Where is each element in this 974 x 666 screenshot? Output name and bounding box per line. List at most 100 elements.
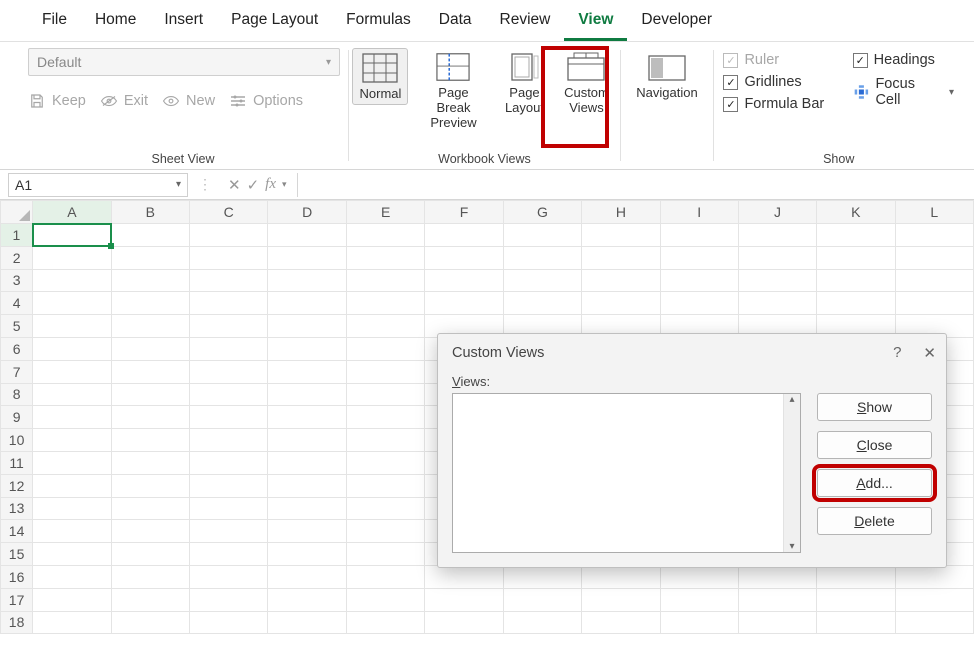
cell[interactable]: [33, 224, 111, 247]
cell[interactable]: [503, 292, 582, 315]
row-header[interactable]: 14: [1, 520, 33, 543]
dialog-close-button[interactable]: Close: [817, 431, 932, 459]
column-header[interactable]: D: [268, 201, 346, 224]
cell[interactable]: [33, 543, 111, 566]
cell[interactable]: [190, 474, 268, 497]
cell[interactable]: [268, 383, 346, 406]
tab-insert[interactable]: Insert: [150, 9, 217, 41]
cell[interactable]: [817, 269, 895, 292]
cell[interactable]: [346, 588, 424, 611]
column-header[interactable]: F: [425, 201, 503, 224]
toggle-headings[interactable]: ✓Headings: [853, 52, 954, 68]
cell[interactable]: [111, 269, 189, 292]
cell[interactable]: [738, 565, 816, 588]
cell[interactable]: [268, 429, 346, 452]
cell[interactable]: [346, 543, 424, 566]
cell[interactable]: [190, 565, 268, 588]
tab-developer[interactable]: Developer: [627, 9, 726, 41]
tab-home[interactable]: Home: [81, 9, 150, 41]
row-header[interactable]: 1: [1, 224, 33, 247]
cell[interactable]: [190, 292, 268, 315]
cell[interactable]: [268, 224, 346, 247]
cell[interactable]: [268, 315, 346, 338]
cell[interactable]: [190, 337, 268, 360]
cell[interactable]: [817, 246, 895, 269]
cell[interactable]: [425, 565, 503, 588]
row-header[interactable]: 3: [1, 269, 33, 292]
row-header[interactable]: 10: [1, 429, 33, 452]
cell[interactable]: [268, 565, 346, 588]
tab-formulas[interactable]: Formulas: [332, 9, 425, 41]
row-header[interactable]: 4: [1, 292, 33, 315]
cell[interactable]: [346, 246, 424, 269]
cell[interactable]: [660, 224, 738, 247]
view-custom-views[interactable]: Custom Views: [556, 48, 616, 118]
row-header[interactable]: 9: [1, 406, 33, 429]
cell[interactable]: [33, 315, 111, 338]
dialog-add-button[interactable]: Add...: [817, 469, 932, 497]
cell[interactable]: [346, 429, 424, 452]
cell[interactable]: [895, 246, 973, 269]
cell[interactable]: [190, 611, 268, 634]
column-header[interactable]: I: [660, 201, 738, 224]
cell[interactable]: [190, 406, 268, 429]
cell[interactable]: [425, 588, 503, 611]
row-header[interactable]: 6: [1, 337, 33, 360]
cell[interactable]: [111, 565, 189, 588]
row-header[interactable]: 15: [1, 543, 33, 566]
cell[interactable]: [738, 246, 816, 269]
cell[interactable]: [895, 224, 973, 247]
cell[interactable]: [111, 360, 189, 383]
name-box[interactable]: A1 ▾: [8, 173, 188, 197]
cell[interactable]: [190, 429, 268, 452]
cell[interactable]: [33, 360, 111, 383]
navigation-button[interactable]: Navigation: [629, 48, 705, 103]
view-normal[interactable]: Normal: [352, 48, 408, 105]
cell[interactable]: [33, 292, 111, 315]
cell[interactable]: [346, 269, 424, 292]
row-header[interactable]: 11: [1, 451, 33, 474]
dialog-show-button[interactable]: Show: [817, 393, 932, 421]
cell[interactable]: [111, 588, 189, 611]
cell[interactable]: [268, 360, 346, 383]
cell[interactable]: [346, 383, 424, 406]
cell[interactable]: [190, 315, 268, 338]
cell[interactable]: [33, 383, 111, 406]
cell[interactable]: [817, 565, 895, 588]
column-header[interactable]: G: [503, 201, 582, 224]
cell[interactable]: [111, 337, 189, 360]
row-header[interactable]: 13: [1, 497, 33, 520]
view-page-break[interactable]: Page Break Preview: [414, 48, 492, 133]
cell[interactable]: [346, 451, 424, 474]
cell[interactable]: [111, 543, 189, 566]
cell[interactable]: [346, 474, 424, 497]
cell[interactable]: [190, 588, 268, 611]
cell[interactable]: [738, 224, 816, 247]
cell[interactable]: [660, 611, 738, 634]
cell[interactable]: [111, 451, 189, 474]
cell[interactable]: [346, 497, 424, 520]
row-header[interactable]: 17: [1, 588, 33, 611]
cell[interactable]: [660, 565, 738, 588]
cell[interactable]: [33, 565, 111, 588]
column-header[interactable]: B: [111, 201, 189, 224]
row-header[interactable]: 12: [1, 474, 33, 497]
cell[interactable]: [817, 611, 895, 634]
cell[interactable]: [33, 588, 111, 611]
cell[interactable]: [346, 611, 424, 634]
row-header[interactable]: 16: [1, 565, 33, 588]
cell[interactable]: [268, 497, 346, 520]
cell[interactable]: [190, 383, 268, 406]
formula-input[interactable]: [297, 173, 974, 197]
row-header[interactable]: 7: [1, 360, 33, 383]
cell[interactable]: [111, 520, 189, 543]
close-icon[interactable]: ✕: [923, 344, 936, 362]
column-header[interactable]: J: [738, 201, 816, 224]
focus-cell-button[interactable]: Focus Cell ▾: [853, 76, 954, 108]
column-header[interactable]: A: [33, 201, 111, 224]
cell[interactable]: [582, 565, 660, 588]
cell[interactable]: [111, 406, 189, 429]
sheetview-selector[interactable]: Default ▾: [28, 48, 340, 76]
cell[interactable]: [503, 588, 582, 611]
help-icon[interactable]: ?: [893, 344, 901, 362]
